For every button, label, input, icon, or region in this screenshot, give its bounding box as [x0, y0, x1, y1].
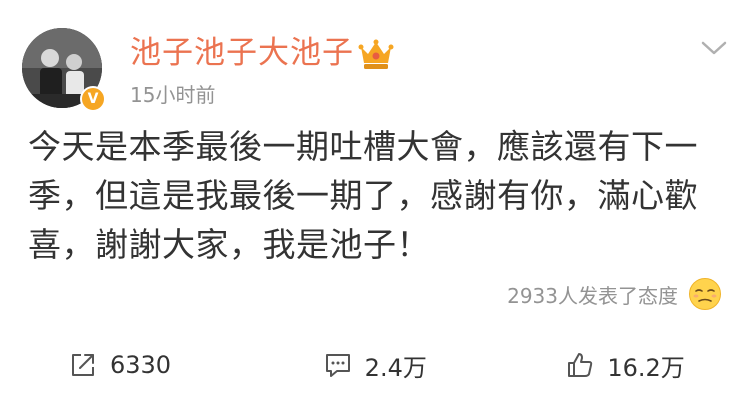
- like-count: 16.2万: [607, 353, 685, 382]
- like-button[interactable]: 16.2万: [507, 330, 750, 400]
- thumbs-up-icon: [568, 353, 593, 377]
- crown-icon: [358, 39, 394, 69]
- comment-button[interactable]: 2.4万: [253, 330, 508, 400]
- share-square-icon: [72, 354, 94, 376]
- action-bar: 6330 2.4万 16.2万: [0, 330, 750, 400]
- post-text-line: 季，但這是我最後一期了，感謝有你，滿心歡: [28, 176, 698, 215]
- comment-count: 2.4万: [364, 353, 427, 382]
- sleepy-face-emoji-icon: [689, 278, 721, 310]
- repost-button[interactable]: 6330: [0, 330, 253, 400]
- post-body: 今天是本季最後一期吐槽大會，應該還有下一 季，但這是我最後一期了，感謝有你，滿心…: [28, 122, 728, 269]
- attitude-summary[interactable]: 2933人发表了态度: [507, 276, 722, 312]
- post-text-line: 今天是本季最後一期吐槽大會，應該還有下一: [28, 127, 698, 166]
- post-text-line: 喜，謝謝大家，我是池子！: [28, 225, 430, 264]
- chevron-down-icon[interactable]: [700, 38, 728, 58]
- post-timestamp: 15小时前: [130, 83, 216, 107]
- attitude-count-text: 2933人发表了态度: [507, 283, 678, 308]
- verified-badge-icon: V: [80, 86, 106, 112]
- repost-count: 6330: [110, 351, 172, 379]
- username-link[interactable]: 池子池子大池子: [130, 34, 354, 72]
- verified-badge-label: V: [87, 91, 99, 107]
- chat-bubble-icon: [325, 354, 350, 377]
